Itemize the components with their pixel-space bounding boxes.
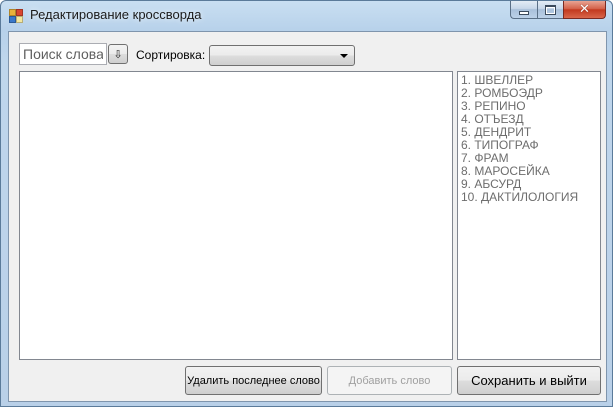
crossword-app-icon bbox=[9, 9, 23, 23]
app-icon-cell bbox=[9, 9, 16, 16]
close-button[interactable]: ✕ bbox=[563, 1, 606, 19]
close-icon: ✕ bbox=[579, 2, 590, 17]
app-icon-cell bbox=[9, 16, 16, 23]
minimize-icon bbox=[519, 10, 529, 15]
delete-last-word-button[interactable]: Удалить последнее слово bbox=[185, 366, 322, 395]
search-input[interactable] bbox=[19, 43, 107, 65]
window-title: Редактирование кроссворда bbox=[30, 7, 202, 22]
minimize-button[interactable] bbox=[510, 1, 537, 19]
chevron-down-icon bbox=[340, 54, 348, 58]
sort-dropdown[interactable] bbox=[209, 45, 355, 66]
down-arrow-icon: ⇩ bbox=[113, 47, 123, 61]
maximize-icon bbox=[545, 4, 556, 15]
add-word-button[interactable]: Добавить слово bbox=[327, 366, 452, 395]
sort-label: Сортировка: bbox=[136, 48, 206, 62]
maximize-button[interactable] bbox=[537, 1, 563, 19]
list-item[interactable]: 10. ДАКТИЛОЛОГИЯ bbox=[461, 191, 600, 204]
word-list[interactable]: 1. ШВЕЛЛЕР 2. РОМБОЭДР 3. РЕПИНО 4. ОТЪЕ… bbox=[457, 71, 601, 360]
title-bar[interactable]: Редактирование кроссворда ✕ bbox=[1, 1, 612, 31]
crossword-editor-window: Редактирование кроссворда ✕ ⇩ Сортировка… bbox=[0, 0, 613, 407]
window-controls: ✕ bbox=[510, 1, 606, 20]
client-area: ⇩ Сортировка: 1. ШВЕЛЛЕР 2. РОМБОЭДР 3. … bbox=[8, 31, 607, 402]
crossword-grid-area[interactable] bbox=[19, 71, 453, 360]
app-icon-cell bbox=[16, 16, 23, 23]
app-icon-cell bbox=[16, 9, 23, 16]
save-and-exit-button[interactable]: Сохранить и выйти bbox=[457, 366, 601, 395]
search-button[interactable]: ⇩ bbox=[108, 44, 128, 64]
